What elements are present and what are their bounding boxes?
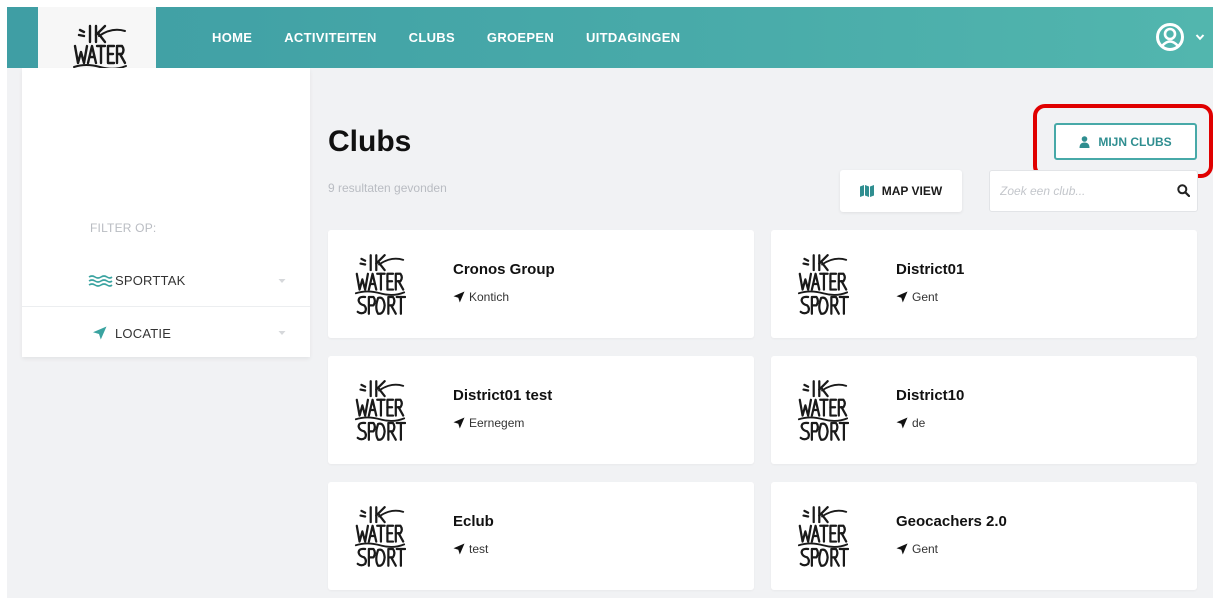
main-nav: HOME ACTIVITEITEN CLUBS GROEPEN UITDAGIN… [197,7,712,68]
club-logo [797,504,849,568]
club-logo [354,252,406,316]
filter-locatie[interactable]: LOCATIE [22,307,310,359]
club-location: Gent [896,542,938,556]
club-card[interactable]: District10 de [771,356,1197,464]
club-location: test [453,542,488,556]
club-location-text: Eernegem [469,416,525,430]
club-name: Cronos Group [453,261,555,278]
results-count: 9 resultaten gevonden [328,181,447,195]
club-location: de [896,416,925,430]
mijn-clubs-button[interactable]: MIJN CLUBS [1054,123,1197,160]
nav-clubs[interactable]: CLUBS [409,30,455,45]
user-icon [1079,135,1090,148]
club-location: Gent [896,290,938,304]
filter-locatie-label: LOCATIE [115,325,172,341]
club-card[interactable]: Cronos Group Kontich [328,230,754,338]
map-view-label: MAP VIEW [881,184,943,198]
location-arrow-icon [896,543,908,555]
location-arrow-icon [93,326,107,340]
club-name: District01 test [453,387,553,404]
club-card[interactable]: Geocachers 2.0 Gent [771,482,1197,590]
nav-activiteiten[interactable]: ACTIVITEITEN [284,30,376,45]
club-logo [354,504,406,568]
search-icon[interactable] [1177,184,1190,197]
top-navbar: HOME ACTIVITEITEN CLUBS GROEPEN UITDAGIN… [7,7,1213,68]
chevron-down-icon [1195,34,1205,41]
filter-title: FILTER OP: [90,221,157,235]
club-card[interactable]: Eclub test [328,482,754,590]
caret-down-icon [278,331,286,335]
caret-down-icon [278,278,286,283]
club-location: Kontich [453,290,509,304]
club-name: Eclub [453,513,494,530]
location-arrow-icon [453,543,465,555]
club-location-text: Gent [912,542,939,556]
nav-groepen[interactable]: GROEPEN [487,30,554,45]
club-location-text: Kontich [469,290,510,304]
nav-uitdagingen[interactable]: UITDAGINGEN [586,30,680,45]
club-card[interactable]: District01 test Eernegem [328,356,754,464]
club-logo [797,252,849,316]
filter-sidebar: FILTER OP: SPORTTAK LOCATIE [22,68,310,357]
mijn-clubs-label: MIJN CLUBS [1098,134,1172,149]
club-logo [354,378,406,442]
club-card[interactable]: District01 Gent [771,230,1197,338]
location-arrow-icon [896,417,908,429]
club-logo [797,378,849,442]
club-name: Geocachers 2.0 [896,513,1007,530]
location-arrow-icon [896,291,908,303]
user-menu[interactable] [1155,22,1205,52]
location-arrow-icon [453,417,465,429]
page-title: Clubs [328,125,412,158]
search-input[interactable] [1000,171,1170,211]
club-location-text: de [912,416,926,430]
filter-sporttak-label: SPORTTAK [115,273,186,288]
user-circle-icon [1156,23,1184,51]
nav-home[interactable]: HOME [212,30,252,45]
club-name: District10 [896,387,965,404]
club-location-text: test [469,542,489,556]
club-location-text: Gent [912,290,939,304]
club-search [989,170,1198,212]
page: HOME ACTIVITEITEN CLUBS GROEPEN UITDAGIN… [7,7,1213,598]
location-arrow-icon [453,291,465,303]
waves-icon [88,274,113,287]
club-location: Eernegem [453,416,524,430]
map-view-button[interactable]: MAP VIEW [840,170,962,212]
filter-sporttak[interactable]: SPORTTAK [22,255,310,307]
club-name: District01 [896,261,965,278]
map-icon [859,185,874,197]
